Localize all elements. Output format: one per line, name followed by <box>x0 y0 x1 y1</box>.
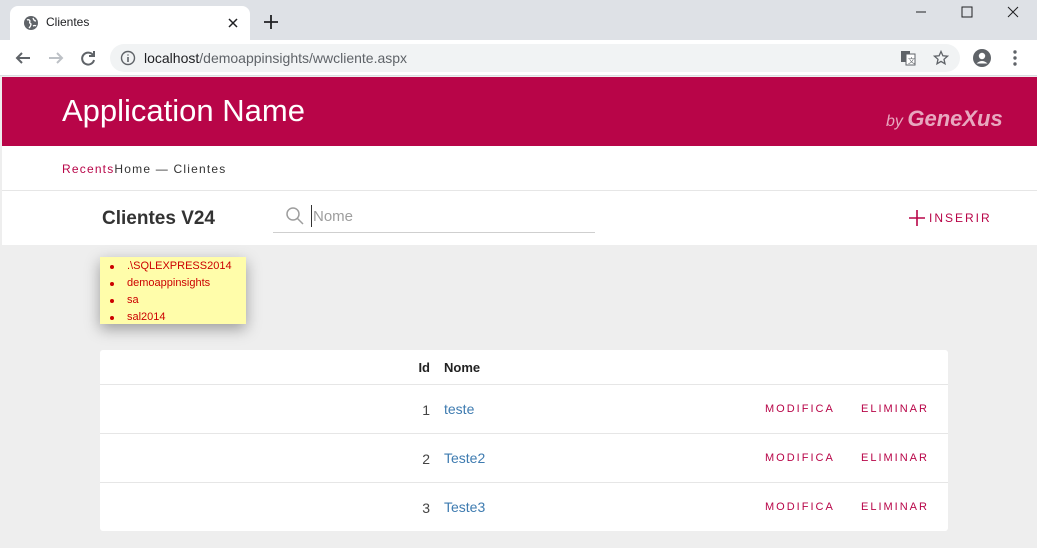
clientes-grid: Id Nome 1 teste MODIFICA ELIMINAR 2 Test… <box>100 350 948 531</box>
web-page: Application Name by GeneXus RecentsHome … <box>2 77 1037 548</box>
browser-tab[interactable]: Clientes <box>10 6 250 40</box>
app-header: Application Name by GeneXus <box>2 77 1037 146</box>
cell-nome-link[interactable]: Teste3 <box>444 499 485 515</box>
back-arrow-icon[interactable] <box>13 48 33 68</box>
cell-id: 2 <box>422 451 430 467</box>
title-bar: Clientes V24 INSERIR <box>2 191 1037 245</box>
insert-label: INSERIR <box>929 211 992 225</box>
logo-brand: GeneXus <box>907 106 1003 131</box>
insert-button[interactable]: INSERIR <box>909 208 992 228</box>
new-tab-icon[interactable] <box>262 13 280 31</box>
search-icon <box>286 207 304 225</box>
search-box <box>273 203 595 233</box>
cell-id: 3 <box>422 500 430 516</box>
list-item: demoappinsights <box>100 275 246 292</box>
connection-info-note: .\SQLEXPRESS2014 demoappinsights sa sal2… <box>100 257 246 324</box>
browser-toolbar: localhost/demoappinsights/wwcliente.aspx… <box>0 40 1037 76</box>
delete-button[interactable]: ELIMINAR <box>861 452 929 464</box>
site-info-icon[interactable] <box>120 50 136 66</box>
cell-nome-link[interactable]: teste <box>444 401 474 417</box>
page-title: Clientes V24 <box>102 208 215 229</box>
modify-button[interactable]: MODIFICA <box>765 501 835 513</box>
address-bar[interactable]: localhost/demoappinsights/wwcliente.aspx… <box>110 44 960 72</box>
cell-id: 1 <box>422 402 430 418</box>
breadcrumb-trail[interactable]: Home — Clientes <box>114 162 226 176</box>
header-nome[interactable]: Nome <box>444 360 480 375</box>
profile-avatar-icon[interactable] <box>972 48 992 68</box>
list-item: sal2014 <box>100 309 246 326</box>
modify-button[interactable]: MODIFICA <box>765 403 835 415</box>
reload-icon[interactable] <box>78 48 98 68</box>
table-row: 1 teste MODIFICA ELIMINAR <box>100 385 948 434</box>
genexus-logo: by GeneXus <box>886 106 1003 132</box>
globe-icon <box>24 16 38 30</box>
connection-info-list: .\SQLEXPRESS2014 demoappinsights sa sal2… <box>100 258 246 326</box>
window-close-icon[interactable] <box>990 0 1036 28</box>
search-input[interactable] <box>311 205 591 227</box>
grid-header: Id Nome <box>100 350 948 385</box>
table-row: 2 Teste2 MODIFICA ELIMINAR <box>100 434 948 483</box>
breadcrumb: RecentsHome — Clientes <box>62 162 226 176</box>
url-path: /demoappinsights/wwcliente.aspx <box>199 50 408 66</box>
plus-icon <box>909 210 925 226</box>
browser-tabstrip: Clientes <box>0 0 1037 40</box>
tab-title: Clientes <box>46 15 90 29</box>
url-text: localhost/demoappinsights/wwcliente.aspx <box>144 50 407 66</box>
recents-link[interactable]: Recents <box>62 162 114 176</box>
svg-text:文: 文 <box>908 56 915 65</box>
translate-icon[interactable]: 文 <box>900 50 916 66</box>
delete-button[interactable]: ELIMINAR <box>861 501 929 513</box>
breadcrumb-bar: RecentsHome — Clientes <box>2 146 1037 191</box>
bookmark-star-icon[interactable] <box>933 50 949 66</box>
forward-arrow-icon[interactable] <box>46 48 66 68</box>
url-host: localhost <box>144 50 200 66</box>
close-tab-icon[interactable] <box>225 15 241 31</box>
list-item: .\SQLEXPRESS2014 <box>100 258 246 275</box>
logo-by: by <box>886 113 903 130</box>
cell-nome-link[interactable]: Teste2 <box>444 450 485 466</box>
modify-button[interactable]: MODIFICA <box>765 452 835 464</box>
delete-button[interactable]: ELIMINAR <box>861 403 929 415</box>
app-name[interactable]: Application Name <box>62 93 305 129</box>
kebab-menu-icon[interactable] <box>1005 48 1025 68</box>
maximize-icon[interactable] <box>944 0 990 28</box>
header-id[interactable]: Id <box>100 360 430 375</box>
table-row: 3 Teste3 MODIFICA ELIMINAR <box>100 483 948 532</box>
minimize-icon[interactable] <box>898 0 944 28</box>
list-item: sa <box>100 292 246 309</box>
